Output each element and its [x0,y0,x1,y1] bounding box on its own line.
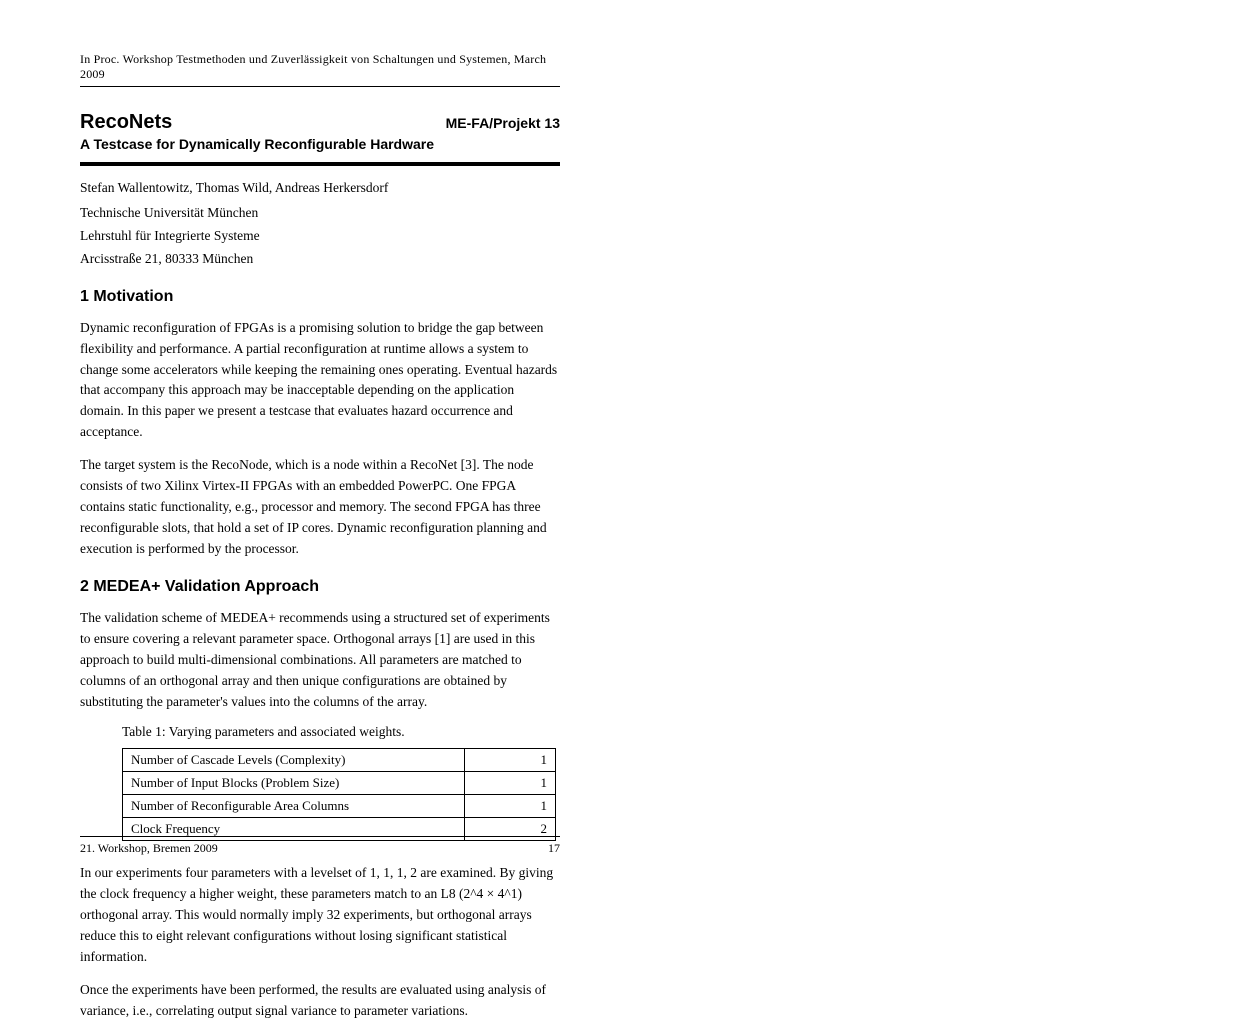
affiliation-2: Lehrstuhl für Integrierte Systeme [80,226,560,247]
series-label: ME-FA/Projekt 13 [446,115,560,131]
cell-label: Number of Cascade Levels (Complexity) [123,749,465,772]
cell-value: 1 [465,772,556,795]
paper-title: RecoNets [80,111,172,134]
section-2-para-2: In our experiments four parameters with … [80,863,560,968]
cell-label: Number of Input Blocks (Problem Size) [123,772,465,795]
table-1: Table 1: Varying parameters and associat… [122,724,556,841]
title-rule [80,162,560,166]
cell-value: 1 [465,795,556,818]
section-1-heading: 1 Motivation [80,288,560,306]
section-2-heading: 2 MEDEA+ Validation Approach [80,578,560,596]
address: Arcisstraße 21, 80333 München [80,249,560,270]
section-1-para-2: The target system is the RecoNode, which… [80,455,560,560]
header-left: In Proc. Workshop Testmethoden und Zuver… [80,52,560,82]
cell-value: 1 [465,749,556,772]
table-row: Number of Input Blocks (Problem Size) 1 [123,772,556,795]
page-left-column: In Proc. Workshop Testmethoden und Zuver… [80,52,560,1034]
cell-label: Number of Reconfigurable Area Columns [123,795,465,818]
table-row: Number of Reconfigurable Area Columns 1 [123,795,556,818]
title-row: RecoNets ME-FA/Projekt 13 [80,111,560,134]
running-header: In Proc. Workshop Testmethoden und Zuver… [80,52,560,86]
footer-rule [80,836,560,837]
table-1-caption: Table 1: Varying parameters and associat… [122,724,556,740]
paper-subtitle: A Testcase for Dynamically Reconfigurabl… [80,136,560,152]
section-1-para-1: Dynamic reconfiguration of FPGAs is a pr… [80,318,560,444]
authors: Stefan Wallentowitz, Thomas Wild, Andrea… [80,178,560,199]
header-rule [80,86,560,87]
footer-left: 21. Workshop, Bremen 2009 [80,841,218,856]
page-footer: 21. Workshop, Bremen 2009 17 [80,836,560,856]
footer-page-number: 17 [548,841,560,856]
affiliation-1: Technische Universität München [80,203,560,224]
section-2-para-1: The validation scheme of MEDEA+ recommen… [80,608,560,713]
table-1-grid: Number of Cascade Levels (Complexity) 1 … [122,748,556,841]
section-2-para-3: Once the experiments have been performed… [80,980,560,1022]
table-row: Number of Cascade Levels (Complexity) 1 [123,749,556,772]
